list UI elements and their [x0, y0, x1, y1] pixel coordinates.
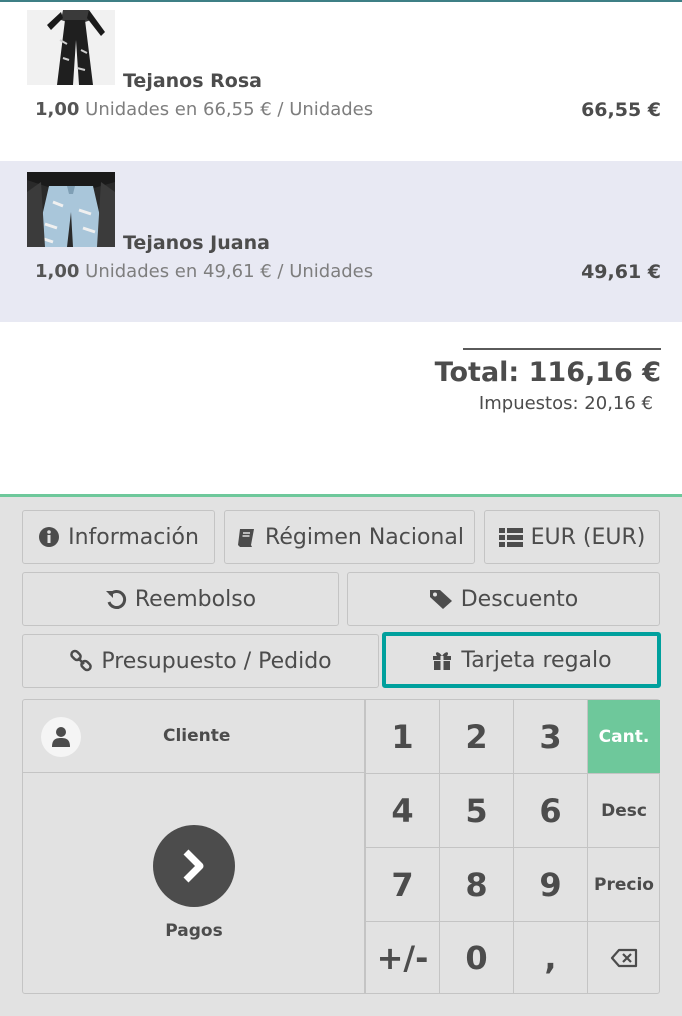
numpad-key-8[interactable]: 8	[439, 848, 513, 922]
mode-price-button[interactable]: Precio	[587, 848, 660, 922]
unit-price-text: Unidades en 66,55 € / Unidades	[85, 99, 374, 120]
payment-label: Pagos	[165, 921, 223, 941]
mode-discount-button[interactable]: Desc	[587, 774, 660, 848]
payment-circle	[153, 825, 235, 907]
refund-button[interactable]: Reembolso	[22, 572, 339, 626]
numpad-area: Cliente Pagos 1 2 3 Cant. 4 5 6 Desc 7 8…	[22, 699, 660, 994]
quotation-order-button[interactable]: Presupuesto / Pedido	[22, 634, 379, 688]
numpad-key-9[interactable]: 9	[513, 848, 587, 922]
numpad-key-1[interactable]: 1	[365, 700, 439, 774]
gift-icon	[433, 652, 452, 670]
backspace-button[interactable]	[587, 922, 660, 994]
numpad-key-6[interactable]: 6	[513, 774, 587, 848]
order-lines-panel: Tejanos Rosa 1,00 Unidades en 66,55 € / …	[0, 2, 682, 495]
chevron-right-icon	[183, 849, 204, 883]
book-icon	[238, 529, 255, 547]
info-button[interactable]: Información	[22, 510, 215, 564]
product-quantity-info: 1,00 Unidades en 49,61 € / Unidades	[35, 261, 373, 282]
undo-icon	[105, 590, 126, 609]
product-quantity-info: 1,00 Unidades en 66,55 € / Unidades	[35, 99, 373, 120]
info-icon	[39, 527, 60, 547]
list-icon	[498, 528, 523, 547]
order-line[interactable]: Tejanos Rosa 1,00 Unidades en 66,55 € / …	[0, 0, 682, 161]
quantity-value: 1,00	[35, 99, 80, 120]
customer-button[interactable]: Cliente	[23, 700, 365, 773]
fiscal-position-button[interactable]: Régimen Nacional	[224, 510, 475, 564]
pricelist-button[interactable]: EUR (EUR)	[484, 510, 660, 564]
numpad-key-5[interactable]: 5	[439, 774, 513, 848]
discount-label: Descuento	[460, 586, 579, 612]
order-total: Total: 116,16 €	[434, 357, 661, 388]
gift-card-button[interactable]: Tarjeta regalo	[382, 632, 661, 688]
gift-card-label: Tarjeta regalo	[461, 647, 612, 673]
tag-icon	[429, 590, 452, 609]
fiscal-position-label: Régimen Nacional	[265, 524, 464, 550]
user-icon	[52, 727, 70, 747]
discount-button[interactable]: Descuento	[347, 572, 660, 626]
customer-label: Cliente	[163, 726, 231, 746]
product-image	[27, 10, 115, 85]
payment-button[interactable]: Pagos	[23, 773, 365, 994]
numpad-key-7[interactable]: 7	[365, 848, 439, 922]
quantity-value: 1,00	[35, 261, 80, 282]
product-name: Tejanos Rosa	[123, 70, 262, 92]
control-panel-border	[0, 494, 682, 497]
refund-label: Reembolso	[134, 586, 257, 612]
unit-price-text: Unidades en 49,61 € / Unidades	[85, 261, 374, 282]
order-taxes: Impuestos: 20,16 €	[478, 393, 653, 414]
info-button-label: Información	[68, 524, 199, 550]
link-icon	[70, 649, 93, 672]
numpad-key-plus-minus[interactable]: +/-	[365, 922, 439, 994]
avatar	[41, 717, 81, 757]
product-name: Tejanos Juana	[123, 232, 270, 254]
line-price: 49,61 €	[581, 261, 661, 283]
numpad-key-0[interactable]: 0	[439, 922, 513, 994]
numpad-key-2[interactable]: 2	[439, 700, 513, 774]
numpad-key-decimal[interactable]: ,	[513, 922, 587, 994]
product-image	[27, 172, 115, 247]
numpad-key-3[interactable]: 3	[513, 700, 587, 774]
quotation-order-label: Presupuesto / Pedido	[101, 648, 332, 674]
mode-quantity-button[interactable]: Cant.	[587, 700, 660, 774]
backspace-icon	[610, 948, 638, 968]
line-price: 66,55 €	[581, 99, 661, 121]
numpad-key-4[interactable]: 4	[365, 774, 439, 848]
order-line-selected[interactable]: Tejanos Juana 1,00 Unidades en 49,61 € /…	[0, 161, 682, 322]
pricelist-label: EUR (EUR)	[530, 524, 646, 550]
summary-divider	[463, 348, 661, 350]
